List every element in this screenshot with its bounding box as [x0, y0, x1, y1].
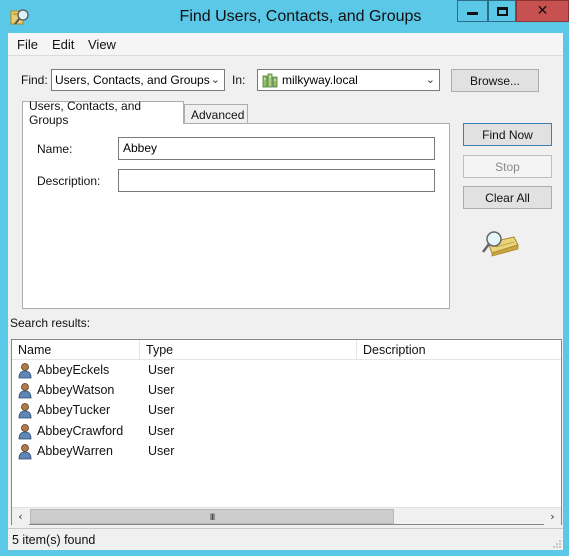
row-name: AbbeyTucker — [37, 403, 111, 417]
row-type: User — [148, 403, 175, 417]
row-type: User — [148, 383, 175, 397]
clear-all-button[interactable]: Clear All — [463, 186, 552, 209]
close-button[interactable]: ✕ — [516, 0, 569, 22]
chevron-left-icon: ‹ — [18, 510, 23, 523]
row-type: User — [148, 444, 175, 458]
dialog-client-area: File Edit View Find: Users, Contacts, an… — [8, 33, 563, 550]
maximize-icon — [496, 6, 508, 16]
column-header-name[interactable]: Name — [12, 340, 140, 360]
search-results-label: Search results: — [10, 316, 91, 330]
tab-advanced[interactable]: Advanced — [184, 104, 248, 124]
description-input[interactable] — [118, 169, 435, 192]
tab-users-contacts-groups[interactable]: Users, Contacts, and Groups — [22, 99, 184, 127]
scroll-thumb[interactable]: III — [30, 509, 394, 524]
minimize-button[interactable] — [457, 0, 488, 22]
menu-view[interactable]: View — [88, 37, 116, 52]
find-label: Find: — [21, 73, 48, 87]
status-text: 5 item(s) found — [12, 533, 96, 547]
table-row[interactable]: AbbeyEckels User — [12, 361, 561, 381]
user-icon — [18, 363, 32, 379]
table-row[interactable]: AbbeyWatson User — [12, 381, 561, 401]
find-now-button[interactable]: Find Now — [463, 123, 552, 146]
menu-edit[interactable]: Edit — [52, 37, 74, 52]
results-list[interactable]: Name Type Description AbbeyEckels User A… — [11, 339, 562, 525]
user-icon — [18, 383, 32, 399]
row-name: AbbeyWarren — [37, 444, 113, 458]
row-name: AbbeyEckels — [37, 363, 110, 377]
in-location-value: milkyway.local — [282, 73, 358, 87]
grip-icon: III — [209, 511, 215, 522]
in-label: In: — [232, 73, 246, 87]
row-name: AbbeyCrawford — [37, 424, 124, 438]
chevron-down-icon: ⌄ — [210, 73, 220, 86]
name-label: Name: — [37, 142, 73, 156]
find-type-value: Users, Contacts, and Groups — [55, 73, 210, 87]
menu-file[interactable]: File — [17, 37, 38, 52]
row-type: User — [148, 424, 175, 438]
user-icon — [18, 403, 32, 419]
find-users-window: Find Users, Contacts, and Groups ✕ File … — [0, 0, 569, 556]
row-name: AbbeyWatson — [37, 383, 115, 397]
table-row[interactable]: AbbeyCrawford User — [12, 422, 561, 442]
row-type: User — [148, 363, 175, 377]
domain-icon — [262, 73, 278, 87]
minimize-icon — [467, 11, 478, 15]
user-icon — [18, 444, 32, 460]
maximize-button[interactable] — [488, 0, 516, 22]
column-header-description[interactable]: Description — [357, 340, 561, 360]
list-header: Name Type Description — [12, 340, 561, 360]
scroll-left-button[interactable]: ‹ — [12, 508, 29, 525]
menu-bar: File Edit View — [8, 33, 563, 56]
browse-button[interactable]: Browse... — [451, 69, 539, 92]
table-row[interactable]: AbbeyTucker User — [12, 401, 561, 421]
description-label: Description: — [37, 174, 101, 188]
column-header-type[interactable]: Type — [140, 340, 357, 360]
tab-panel: Name: Abbey Description: — [22, 123, 450, 309]
stop-button[interactable]: Stop — [463, 155, 552, 178]
status-bar: 5 item(s) found — [8, 528, 563, 550]
search-folder-icon — [482, 231, 519, 257]
close-icon: ✕ — [536, 3, 549, 19]
chevron-down-icon: ⌄ — [425, 73, 435, 86]
in-location-select[interactable]: milkyway.local ⌄ — [257, 69, 440, 91]
title-bar[interactable]: Find Users, Contacts, and Groups ✕ — [0, 0, 569, 33]
user-icon — [18, 424, 32, 440]
horizontal-scrollbar[interactable]: ‹ III › — [12, 507, 561, 525]
chevron-right-icon: › — [550, 510, 555, 523]
resize-grip-icon[interactable] — [553, 540, 561, 548]
scroll-right-button[interactable]: › — [544, 508, 561, 525]
name-input[interactable]: Abbey — [118, 137, 435, 160]
table-row[interactable]: AbbeyWarren User — [12, 442, 561, 462]
find-type-select[interactable]: Users, Contacts, and Groups ⌄ — [51, 69, 225, 91]
